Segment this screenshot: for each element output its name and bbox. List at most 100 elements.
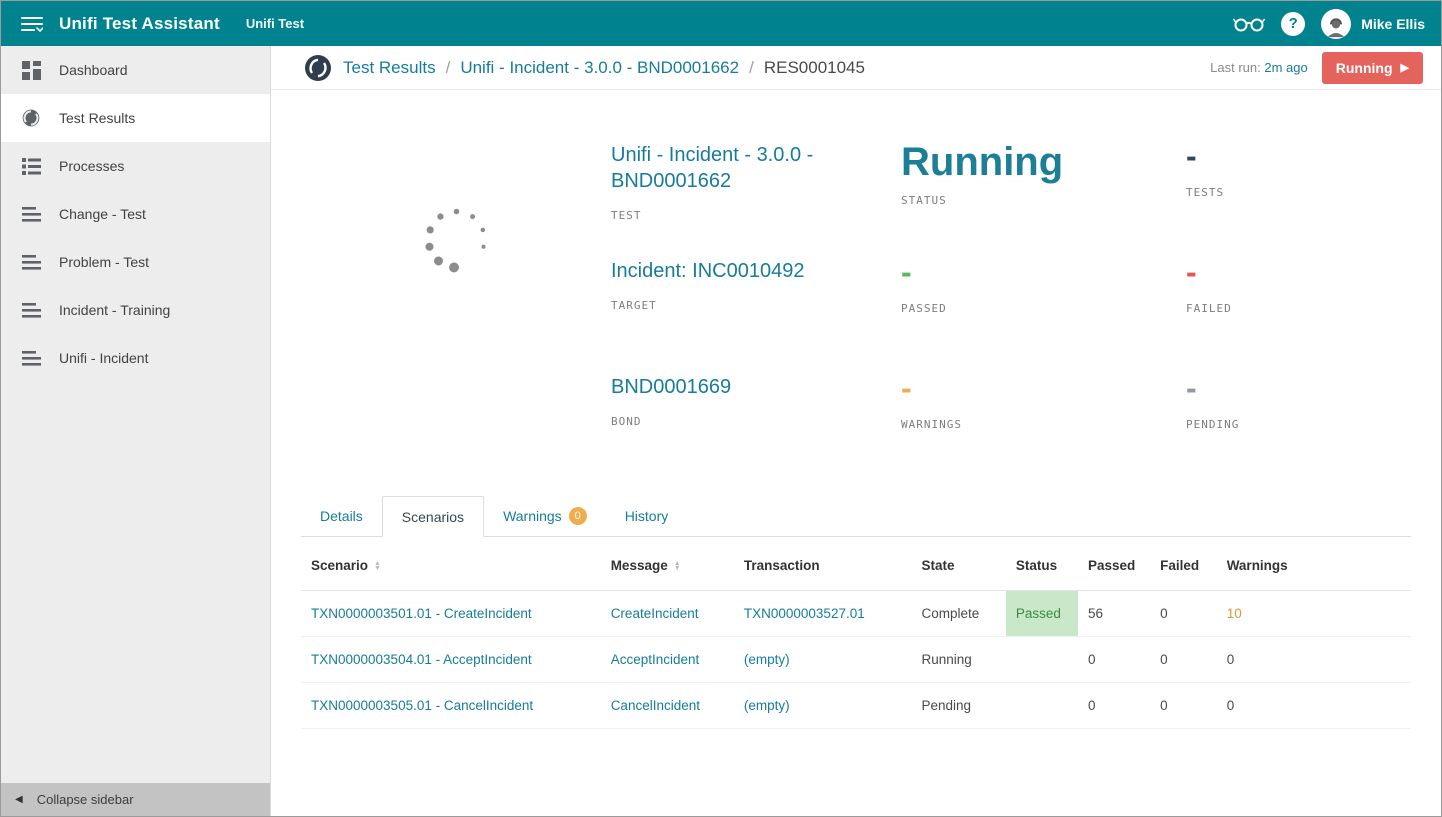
avatar[interactable] bbox=[1321, 9, 1351, 39]
scenario-link[interactable]: TXN0000003504.01 - AcceptIncident bbox=[311, 652, 532, 667]
cell-failed: 0 bbox=[1150, 637, 1217, 683]
breadcrumb-link-test-results[interactable]: Test Results bbox=[343, 58, 436, 78]
cell-transaction: (empty) bbox=[734, 637, 912, 683]
metric-tests: - TESTS bbox=[1186, 142, 1411, 258]
transaction-link[interactable]: TXN0000003527.01 bbox=[744, 606, 865, 621]
message-link[interactable]: CreateIncident bbox=[611, 606, 699, 621]
message-link[interactable]: CancelIncident bbox=[611, 698, 700, 713]
sidebar-item-label: Test Results bbox=[59, 110, 135, 126]
bond-link[interactable]: BND0001669 bbox=[611, 376, 731, 398]
tab-warnings[interactable]: Warnings 0 bbox=[484, 496, 606, 536]
breadcrumb-link-test[interactable]: Unifi - Incident - 3.0.0 - BND0001662 bbox=[460, 58, 739, 78]
sidebar-item-dashboard[interactable]: Dashboard bbox=[1, 46, 270, 94]
tab-history-label: History bbox=[625, 508, 669, 524]
glasses-icon[interactable] bbox=[1233, 14, 1265, 34]
breadcrumb-bar: Test Results / Unifi - Incident - 3.0.0 … bbox=[271, 46, 1441, 90]
breadcrumb-separator: / bbox=[446, 58, 451, 78]
content-area: Unifi - Incident - 3.0.0 - BND0001662 TE… bbox=[271, 90, 1441, 816]
sidebar-item-unifi-incident[interactable]: Unifi - Incident bbox=[1, 334, 270, 382]
column-header-state[interactable]: State bbox=[911, 541, 1005, 591]
breadcrumb: Test Results / Unifi - Incident - 3.0.0 … bbox=[343, 58, 865, 78]
column-header-transaction[interactable]: Transaction bbox=[734, 541, 912, 591]
cell-failed: 0 bbox=[1150, 683, 1217, 729]
unifi-logo-icon bbox=[305, 55, 331, 81]
sidebar-item-label: Dashboard bbox=[59, 62, 128, 78]
tab-history[interactable]: History bbox=[606, 496, 688, 536]
running-button[interactable]: Running ▶ bbox=[1322, 52, 1423, 84]
scenario-link[interactable]: TXN0000003501.01 - CreateIncident bbox=[311, 606, 532, 621]
scenario-link[interactable]: TXN0000003505.01 - CancelIncident bbox=[311, 698, 533, 713]
table-header-row: Scenario▲▼ Message▲▼ Transaction State S… bbox=[301, 541, 1411, 591]
metric-passed: - PASSED bbox=[901, 258, 1186, 374]
column-header-passed[interactable]: Passed bbox=[1078, 541, 1150, 591]
tab-bar: Details Scenarios Warnings 0 History bbox=[301, 496, 1411, 537]
column-header-status[interactable]: Status bbox=[1006, 541, 1078, 591]
table-row: TXN0000003505.01 - CancelIncident Cancel… bbox=[301, 683, 1411, 729]
cell-warnings: 10 bbox=[1217, 591, 1411, 637]
transaction-link[interactable]: (empty) bbox=[744, 652, 790, 667]
failed-value: - bbox=[1186, 258, 1381, 287]
passed-value: - bbox=[901, 258, 1156, 287]
cell-state: Pending bbox=[911, 683, 1005, 729]
sidebar-item-problem-test[interactable]: Problem - Test bbox=[1, 238, 270, 286]
metric-target-label: TARGET bbox=[611, 299, 871, 312]
cell-state: Running bbox=[911, 637, 1005, 683]
column-header-warnings[interactable]: Warnings bbox=[1217, 541, 1411, 591]
metric-test-label: TEST bbox=[611, 209, 871, 222]
column-header-failed[interactable]: Failed bbox=[1150, 541, 1217, 591]
sidebar-item-label: Change - Test bbox=[59, 206, 146, 222]
sidebar-item-processes[interactable]: Processes bbox=[1, 142, 270, 190]
metric-tests-label: TESTS bbox=[1186, 186, 1381, 199]
sidebar: Dashboard Test Results bbox=[1, 46, 271, 816]
status-value: Running bbox=[901, 142, 1156, 182]
column-header-scenario[interactable]: Scenario▲▼ bbox=[301, 541, 601, 591]
test-link[interactable]: Unifi - Incident - 3.0.0 - BND0001662 bbox=[611, 144, 813, 192]
last-run-value[interactable]: 2m ago bbox=[1264, 60, 1307, 75]
metric-status-label: STATUS bbox=[901, 194, 1156, 207]
menu-toggle-icon[interactable] bbox=[17, 9, 47, 39]
metric-target: Incident: INC0010492 TARGET bbox=[611, 258, 901, 374]
metric-failed: - FAILED bbox=[1186, 258, 1411, 374]
metric-bond: BND0001669 BOND bbox=[611, 374, 901, 490]
cell-passed: 0 bbox=[1078, 637, 1150, 683]
metric-status: Running STATUS bbox=[901, 142, 1186, 258]
column-header-message[interactable]: Message▲▼ bbox=[601, 541, 734, 591]
cell-passed: 56 bbox=[1078, 591, 1150, 637]
scenarios-table: Scenario▲▼ Message▲▼ Transaction State S… bbox=[301, 541, 1411, 729]
sidebar-item-change-test[interactable]: Change - Test bbox=[1, 190, 270, 238]
help-icon[interactable]: ? bbox=[1281, 12, 1305, 36]
breadcrumb-separator: / bbox=[749, 58, 754, 78]
app-title: Unifi Test Assistant bbox=[59, 14, 220, 34]
target-link[interactable]: Incident: INC0010492 bbox=[611, 260, 804, 282]
sort-icon[interactable]: ▲▼ bbox=[374, 561, 381, 571]
running-button-label: Running bbox=[1336, 60, 1393, 76]
warnings-count-badge: 0 bbox=[569, 507, 587, 525]
cell-status bbox=[1006, 683, 1078, 729]
sidebar-item-test-results[interactable]: Test Results bbox=[1, 94, 270, 142]
tab-scenarios[interactable]: Scenarios bbox=[382, 496, 484, 537]
cell-passed: 0 bbox=[1078, 683, 1150, 729]
collapse-sidebar-button[interactable]: ◀ Collapse sidebar bbox=[1, 783, 270, 816]
cell-warnings: 0 bbox=[1217, 637, 1411, 683]
metric-warnings: - WARNINGS bbox=[901, 374, 1186, 490]
cell-transaction: (empty) bbox=[734, 683, 912, 729]
tab-details[interactable]: Details bbox=[301, 496, 382, 536]
app-window: Unifi Test Assistant Unifi Test ? bbox=[0, 0, 1442, 817]
main-area: Test Results / Unifi - Incident - 3.0.0 … bbox=[271, 46, 1441, 816]
metric-warnings-label: WARNINGS bbox=[901, 418, 1156, 431]
user-name[interactable]: Mike Ellis bbox=[1361, 16, 1425, 32]
sidebar-item-label: Incident - Training bbox=[59, 302, 170, 318]
sidebar-item-incident-training[interactable]: Incident - Training bbox=[1, 286, 270, 334]
sidebar-item-label: Problem - Test bbox=[59, 254, 149, 270]
transaction-link[interactable]: (empty) bbox=[744, 698, 790, 713]
list-icon bbox=[19, 154, 43, 178]
sort-icon[interactable]: ▲▼ bbox=[674, 561, 681, 571]
message-link[interactable]: AcceptIncident bbox=[611, 652, 700, 667]
metric-passed-label: PASSED bbox=[901, 302, 1156, 315]
metric-bond-label: BOND bbox=[611, 415, 871, 428]
lines-icon bbox=[19, 346, 43, 370]
collapse-arrow-icon: ◀ bbox=[15, 794, 23, 805]
cell-scenario: TXN0000003501.01 - CreateIncident bbox=[301, 591, 601, 637]
cell-status: Passed bbox=[1006, 591, 1078, 637]
metric-test: Unifi - Incident - 3.0.0 - BND0001662 TE… bbox=[611, 142, 901, 258]
